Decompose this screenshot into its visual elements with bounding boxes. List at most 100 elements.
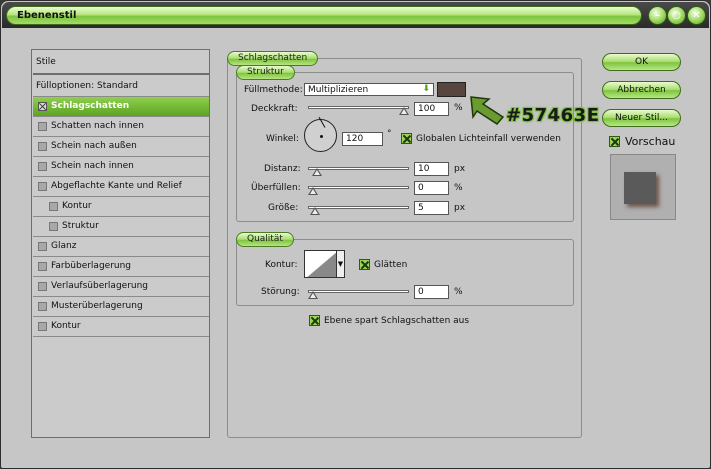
spread-input[interactable]: 0	[414, 181, 449, 195]
opacity-unit: %	[454, 103, 463, 113]
spread-unit: %	[454, 183, 463, 193]
angle-input[interactable]: 120	[342, 132, 383, 146]
knockout-checkbox[interactable]	[309, 315, 320, 326]
dialog-title: Ebenenstil	[17, 10, 77, 21]
angle-label: Winkel:	[266, 134, 299, 144]
style-item-label: Schatten nach innen	[51, 121, 144, 131]
style-item[interactable]: Kontur	[33, 317, 209, 337]
angle-dial-needle	[318, 116, 326, 128]
style-item[interactable]: Farbüberlagerung	[33, 257, 209, 277]
annotation-arrow-icon	[470, 96, 505, 125]
style-item[interactable]: Musterüberlagerung	[33, 297, 209, 317]
style-item-checkbox[interactable]	[38, 282, 47, 291]
noise-input[interactable]: 0	[414, 285, 449, 299]
style-item-checkbox[interactable]	[38, 182, 47, 191]
style-item[interactable]: Schatten nach innen	[33, 117, 209, 137]
dropdown-arrow-icon: ⬇	[422, 84, 430, 94]
close-icon[interactable]: ✕	[687, 6, 706, 25]
style-item-label: Verlaufsüberlagerung	[51, 281, 149, 291]
global-light-checkbox[interactable]	[401, 133, 412, 144]
contour-preview[interactable]	[304, 250, 337, 278]
style-preview-box	[610, 154, 676, 220]
section-title: Schlagschatten	[238, 53, 308, 63]
style-item[interactable]: Struktur	[33, 217, 209, 237]
style-item-checkbox[interactable]	[38, 242, 47, 251]
section-title-pill: Schlagschatten	[227, 51, 319, 66]
slider-thumb[interactable]	[311, 168, 322, 176]
distance-slider[interactable]	[308, 167, 409, 170]
blend-mode-select[interactable]: Multiplizieren ⬇	[304, 83, 434, 96]
style-item-label: Kontur	[51, 321, 81, 331]
slider-thumb[interactable]	[308, 291, 318, 299]
minimize-icon[interactable]: –	[648, 6, 667, 25]
angle-unit: °	[387, 129, 392, 139]
style-item[interactable]: Schein nach innen	[33, 157, 209, 177]
noise-slider[interactable]	[308, 290, 409, 293]
new-style-button[interactable]: Neuer Stil...	[602, 109, 681, 127]
style-item[interactable]: Fülloptionen: Standard	[33, 77, 209, 97]
style-item[interactable]: Verlaufsüberlagerung	[33, 277, 209, 297]
style-item-checkbox[interactable]	[49, 222, 58, 231]
style-item-checkbox[interactable]	[38, 322, 47, 331]
style-item-checkbox[interactable]	[49, 202, 58, 211]
size-label: Größe:	[268, 203, 299, 213]
color-hex-annotation: #57463E	[506, 105, 600, 126]
anti-alias-checkbox[interactable]	[359, 259, 370, 270]
style-item-label: Schein nach innen	[51, 161, 134, 171]
style-item-label: Schlagschatten	[51, 101, 130, 111]
spread-slider[interactable]	[308, 186, 409, 189]
style-item[interactable]: Kontur	[33, 197, 209, 217]
ok-button[interactable]: OK	[602, 53, 681, 71]
style-item-label: Glanz	[51, 241, 77, 251]
preview-label: Vorschau	[625, 135, 676, 148]
quality-title-pill: Qualität	[236, 232, 294, 247]
style-item-checkbox[interactable]	[38, 142, 47, 151]
style-item[interactable]: Schein nach außen	[33, 137, 209, 157]
noise-label: Störung:	[261, 287, 300, 297]
blend-mode-label: Füllmethode:	[244, 85, 303, 95]
style-item-checkbox[interactable]	[38, 162, 47, 171]
size-input[interactable]: 5	[414, 201, 449, 215]
contour-curve-icon	[307, 252, 336, 277]
styles-header-label: Stile	[36, 57, 56, 67]
styles-header[interactable]: Stile	[33, 51, 209, 75]
style-item-label: Kontur	[62, 201, 92, 211]
style-item-label: Musterüberlagerung	[51, 301, 143, 311]
slider-thumb[interactable]	[308, 187, 318, 195]
opacity-input[interactable]: 100	[414, 102, 449, 116]
style-item-checkbox[interactable]	[38, 302, 47, 311]
slider-thumb[interactable]	[399, 107, 409, 115]
maximize-icon[interactable]: ○	[667, 6, 686, 25]
contour-label: Kontur:	[265, 260, 298, 270]
size-slider[interactable]	[308, 206, 409, 209]
style-item-checkbox[interactable]	[38, 102, 47, 111]
slider-thumb[interactable]	[309, 207, 320, 215]
blend-mode-value: Multiplizieren	[308, 85, 369, 95]
global-light-label: Globalen Lichteinfall verwenden	[416, 134, 561, 144]
shadow-color-swatch[interactable]	[437, 82, 466, 97]
style-item-checkbox[interactable]	[38, 122, 47, 131]
knockout-label: Ebene spart Schlagschatten aus	[324, 316, 470, 326]
opacity-slider[interactable]	[308, 106, 409, 109]
style-item-checkbox[interactable]	[38, 262, 47, 271]
distance-label: Distanz:	[264, 164, 301, 174]
quality-title: Qualität	[247, 234, 283, 244]
style-item[interactable]: Schlagschatten	[33, 97, 209, 117]
style-item[interactable]: Abgeflachte Kante und Relief	[33, 177, 209, 197]
style-item-label: Farbüberlagerung	[51, 261, 132, 271]
noise-unit: %	[454, 287, 463, 297]
preview-square	[624, 172, 656, 204]
angle-dial-center	[320, 135, 323, 138]
style-item-label: Schein nach außen	[51, 141, 137, 151]
distance-input[interactable]: 10	[414, 162, 449, 176]
cancel-button[interactable]: Abbrechen	[602, 81, 681, 99]
spread-label: Überfüllen:	[251, 183, 301, 193]
title-pill[interactable]: Ebenenstil	[6, 6, 642, 25]
size-unit: px	[454, 203, 466, 213]
angle-dial[interactable]	[304, 116, 337, 152]
contour-dropdown-arrow-icon[interactable]: ▼	[336, 250, 345, 278]
style-item-label: Fülloptionen: Standard	[36, 81, 138, 91]
structure-title: Struktur	[247, 67, 284, 77]
preview-checkbox[interactable]	[609, 136, 620, 147]
style-item[interactable]: Glanz	[33, 237, 209, 257]
